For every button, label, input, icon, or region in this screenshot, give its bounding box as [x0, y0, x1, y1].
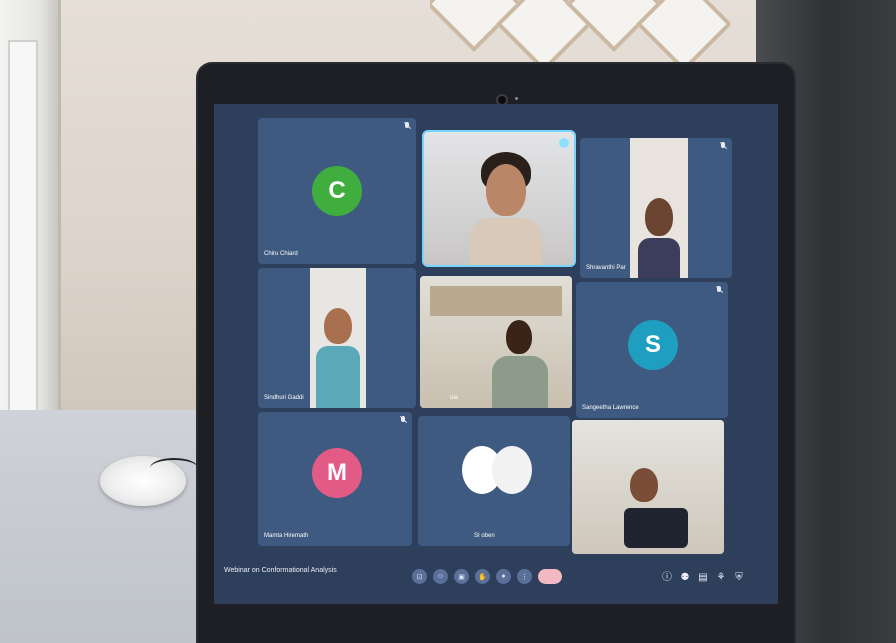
captions-icon[interactable]: ⊡ [412, 569, 427, 584]
window-frame [0, 0, 61, 430]
face [486, 164, 526, 216]
avatar-right [492, 446, 532, 494]
participant-name: SI oben [474, 533, 495, 539]
people-icon[interactable]: ⚉ [680, 572, 690, 584]
mic-off-icon [400, 416, 406, 424]
participant-tile-3[interactable]: Shravanthi Par [580, 138, 732, 278]
face [645, 198, 673, 236]
more-icon[interactable]: ⋮ [517, 569, 532, 584]
participant-name: ula [450, 395, 459, 401]
participant-tile-5[interactable]: ula [420, 276, 572, 408]
participant-name: Sindhuri Gaddi [264, 395, 304, 401]
window-pane [8, 40, 38, 414]
call-controls: ⊡ ☺ ▣ ✋ ● ⋮ [412, 569, 562, 584]
shirt [316, 346, 360, 408]
avatar: S [628, 320, 678, 370]
shirt [638, 238, 680, 278]
info-icon[interactable]: ⓘ [662, 572, 672, 584]
cable [150, 458, 198, 478]
participant-tile-1[interactable]: C Chiru Chiard [258, 118, 416, 264]
face [630, 468, 658, 502]
activities-icon[interactable]: ⚘ [716, 572, 726, 584]
mic-off-icon [404, 122, 410, 130]
speaking-icon [559, 138, 569, 148]
participant-name: Shravanthi Par [586, 265, 626, 271]
participant-tile-7[interactable]: M Mamta Hiremath [258, 412, 412, 546]
participant-tile-6[interactable]: S Sangeetha Lawrence [576, 282, 728, 418]
meeting-screen: C Chiru Chiard Shravanthi Par Sindhuri G… [214, 104, 778, 604]
avatar: M [312, 448, 362, 498]
webcam-led [515, 97, 518, 100]
emoji-icon[interactable]: ☺ [433, 569, 448, 584]
face [324, 308, 352, 344]
shirt [492, 356, 548, 408]
participant-name: Sangeetha Lawrence [582, 405, 639, 411]
participant-name: Mamta Hiremath [264, 533, 309, 539]
participant-tile-2[interactable] [422, 130, 576, 267]
avatar: C [312, 166, 362, 216]
mic-icon[interactable]: ● [496, 569, 511, 584]
meeting-title: Webinar on Conformational Analysis [224, 567, 337, 574]
hand-icon[interactable]: ✋ [475, 569, 490, 584]
mic-off-icon [716, 286, 722, 294]
end-call-icon[interactable] [538, 569, 562, 584]
present-icon[interactable]: ▣ [454, 569, 469, 584]
side-panel-icons: ⓘ ⚉ ▤ ⚘ ⛨ [662, 572, 744, 584]
participant-tile-8[interactable]: SI oben [418, 416, 570, 546]
participant-tile-4[interactable]: Sindhuri Gaddi [258, 268, 416, 408]
chat-icon[interactable]: ▤ [698, 572, 708, 584]
shield-icon[interactable]: ⛨ [734, 572, 744, 584]
shirt [470, 218, 542, 265]
mic-off-icon [720, 142, 726, 150]
phone [624, 508, 688, 548]
face [506, 320, 532, 354]
participant-tile-9[interactable] [572, 420, 724, 554]
participant-name: Chiru Chiard [264, 251, 298, 257]
cabinet [430, 286, 562, 316]
